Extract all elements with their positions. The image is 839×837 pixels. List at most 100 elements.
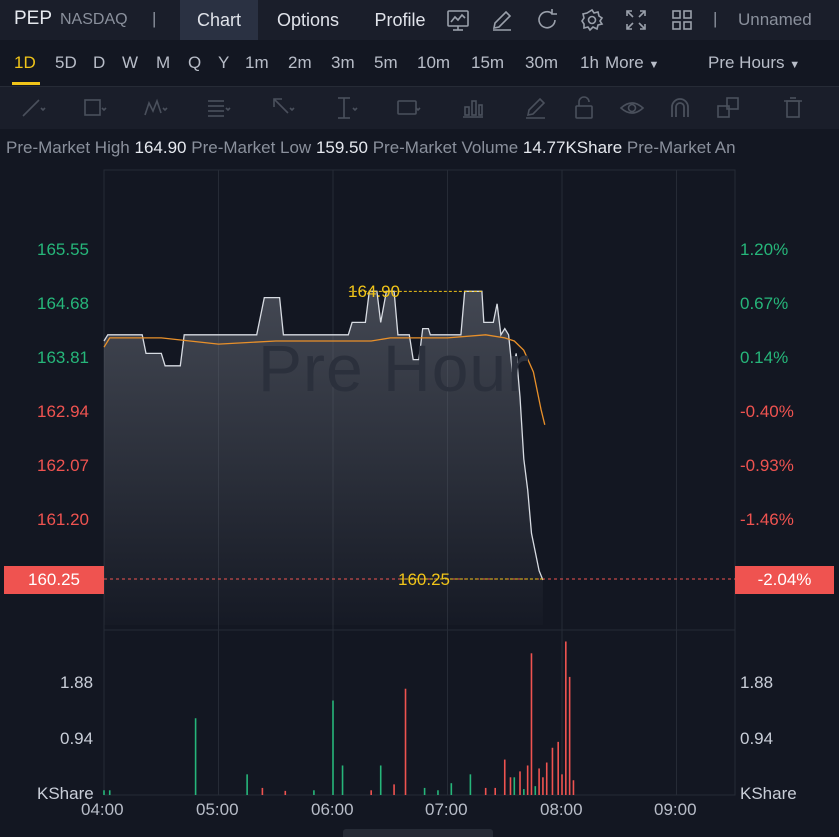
volume-axis-tick: 1.88 — [740, 673, 774, 692]
fullscreen-icon[interactable] — [624, 8, 648, 32]
low-value: 159.50 — [315, 138, 368, 157]
pct-axis-tick: -0.93% — [740, 456, 794, 475]
timeframe-3m[interactable]: 3m — [331, 53, 355, 73]
chart-type-icon[interactable] — [446, 8, 470, 32]
pattern-tool-icon[interactable] — [143, 95, 169, 121]
high-label: Pre-Market High — [6, 138, 130, 157]
lock-icon[interactable] — [571, 95, 597, 121]
chevron-down-icon: ▼ — [789, 59, 801, 71]
volume-bar — [393, 784, 395, 795]
price-axis-tick: 162.07 — [37, 456, 89, 475]
rectangle-tool-icon[interactable] — [82, 95, 108, 121]
more-label: More — [605, 53, 644, 72]
volume-unit-label: KShare — [740, 784, 797, 803]
timeframe-10m[interactable]: 10m — [417, 53, 450, 73]
price-axis-tick: 162.94 — [37, 402, 89, 421]
active-timeframe-indicator — [12, 82, 40, 85]
volume-bar — [572, 780, 575, 795]
timeframe-15m[interactable]: 15m — [471, 53, 504, 73]
layout-name[interactable]: Unnamed — [738, 10, 812, 30]
measure-tool-icon[interactable] — [333, 95, 359, 121]
time-axis-tick: 08:00 — [540, 800, 583, 819]
timeframe-w[interactable]: W — [122, 53, 138, 73]
drawing-toolbar — [0, 87, 839, 129]
settings-icon[interactable] — [580, 8, 604, 32]
volume-bar — [370, 790, 372, 795]
amount-label: Pre-Market An — [626, 138, 736, 157]
volume-bar — [509, 777, 512, 795]
volume-bar — [108, 790, 111, 795]
volume-bar — [379, 765, 382, 795]
volume-bar — [341, 765, 344, 795]
high-value: 164.90 — [134, 138, 187, 157]
volume-bar — [542, 777, 544, 795]
timeframe-y[interactable]: Y — [218, 53, 229, 73]
tab-options[interactable]: Options — [262, 0, 354, 40]
arrow-tool-icon[interactable] — [270, 95, 296, 121]
magnet-icon[interactable] — [667, 95, 693, 121]
fib-tool-icon[interactable] — [205, 95, 231, 121]
volume-axis-tick: 0.94 — [60, 729, 94, 748]
volume-bar — [534, 786, 537, 795]
volume-bar — [513, 777, 516, 795]
price-axis-tick: 165.55 — [37, 240, 89, 259]
volume-bar — [103, 790, 105, 795]
text-tool-icon[interactable] — [396, 95, 422, 121]
volume-bar — [538, 768, 540, 795]
layout-grid-icon[interactable] — [670, 8, 694, 32]
eye-icon[interactable] — [619, 95, 645, 121]
symbol-label[interactable]: PEP — [14, 8, 52, 30]
timeframe-d[interactable]: D — [93, 53, 105, 73]
pct-axis-tick: 1.20% — [740, 240, 789, 259]
trash-icon[interactable] — [780, 95, 806, 121]
volume-bar — [568, 676, 571, 795]
volume-bar — [557, 741, 559, 795]
volume-bar — [519, 771, 521, 795]
chevron-down-icon: ▼ — [648, 59, 660, 71]
brush-tool-icon[interactable] — [523, 95, 549, 121]
timeframe-1h[interactable]: 1h — [580, 53, 599, 73]
volume-bar — [551, 747, 554, 795]
session-dropdown[interactable]: Pre Hours ▼ — [708, 53, 800, 73]
refresh-icon[interactable] — [535, 8, 559, 32]
timeframe-1d[interactable]: 1D — [14, 53, 36, 73]
draw-icon[interactable] — [490, 8, 514, 32]
price-chart[interactable] — [0, 167, 839, 829]
volume-bar — [332, 700, 334, 795]
last-pct-tag: -2.04% — [735, 566, 834, 594]
chart-watermark: Pre Hour — [258, 331, 531, 405]
layers-icon[interactable] — [715, 95, 741, 121]
timeframe-5d[interactable]: 5D — [55, 53, 77, 73]
volume-bar — [526, 765, 529, 795]
panel-resize-handle[interactable] — [343, 829, 493, 837]
price-axis-tick: 161.20 — [37, 510, 89, 529]
volume-bar — [469, 774, 472, 795]
timeframe-bar: 1D 5D D W M Q Y 1m 2m 3m 5m 10m 15m 30m … — [0, 40, 839, 87]
trendline-tool-icon[interactable] — [20, 95, 46, 121]
pct-axis-tick: -0.40% — [740, 402, 794, 421]
price-axis-tick: 163.81 — [37, 348, 89, 367]
volume-bar — [284, 790, 287, 795]
timeframe-5m[interactable]: 5m — [374, 53, 398, 73]
last-marker-label: 160.25 — [398, 570, 450, 589]
timeframe-1m[interactable]: 1m — [245, 53, 269, 73]
timeframe-2m[interactable]: 2m — [288, 53, 312, 73]
timeframe-30m[interactable]: 30m — [525, 53, 558, 73]
volume-bar — [565, 641, 567, 795]
indicator-tool-icon[interactable] — [460, 95, 486, 121]
tab-profile[interactable]: Profile — [358, 0, 442, 40]
volume-bar — [484, 787, 487, 795]
timeframe-q[interactable]: Q — [188, 53, 201, 73]
more-dropdown[interactable]: More ▼ — [605, 53, 659, 73]
volume-bar — [194, 718, 197, 795]
volume-bar — [313, 790, 315, 795]
timeframe-m[interactable]: M — [156, 53, 170, 73]
time-axis-tick: 07:00 — [425, 800, 468, 819]
last-price-tag: 160.25 — [4, 566, 104, 594]
pct-axis-tick: 0.67% — [740, 294, 789, 313]
exchange-label: NASDAQ — [60, 11, 128, 28]
volume-bar — [545, 762, 548, 795]
separator: | — [152, 9, 157, 28]
tab-chart[interactable]: Chart — [180, 0, 258, 40]
time-axis-tick: 09:00 — [654, 800, 697, 819]
